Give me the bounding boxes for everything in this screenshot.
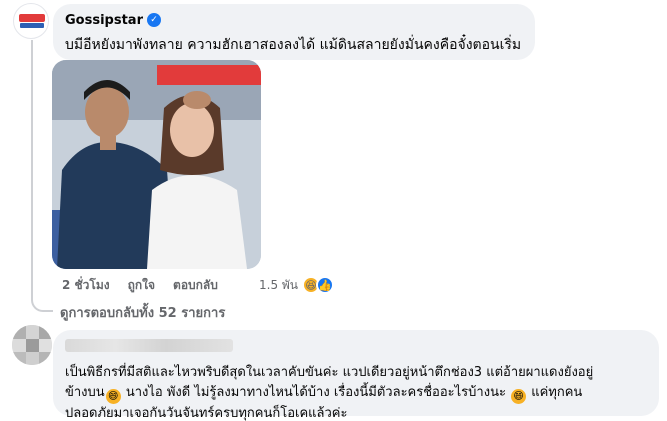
comment-timestamp[interactable]: 2 ชั่วโมง: [62, 276, 110, 295]
thread-connector: [31, 290, 53, 312]
grin-emoji-icon: 😄: [105, 389, 121, 404]
verified-badge-icon: ✓: [146, 13, 161, 27]
reply-text: เป็นพิธีกรที่มีสติและไหวพริบดีสุดในเวลาค…: [65, 363, 647, 421]
gossipstar-avatar[interactable]: [13, 3, 49, 39]
reply-author-name-blurred[interactable]: [65, 339, 233, 352]
reply-line-1: เป็นพิธีกรที่มีสติและไหวพริบดีสุดในเวลาค…: [65, 365, 594, 380]
reaction-summary[interactable]: 1.5 พัน 😆 👍: [259, 276, 335, 294]
reply-button[interactable]: ตอบกลับ: [173, 276, 218, 295]
reply-line-3: ปลอดภัยมาเจอกันวันจันทร์ครบทุกคนก็โอเคแล…: [65, 406, 348, 421]
comment-actions: 2 ชั่วโมง ถูกใจ ตอบกลับ: [62, 277, 236, 293]
like-thumb-icon: 👍: [316, 276, 335, 294]
comment-author[interactable]: Gossipstar: [65, 13, 143, 28]
photo-illustration: [52, 60, 261, 269]
logo-bottom: [20, 23, 44, 28]
reaction-count: 1.5 พัน: [259, 277, 299, 292]
comment-bubble: Gossipstar ✓ บมีอีหยังมาพังทลาย ความฮักเ…: [53, 4, 535, 60]
reply-line-2b: นางไอ พังดี ไม่รู้ลงมาทางไหนได้บ้าง เรื่…: [121, 385, 511, 400]
thread-line: [31, 40, 33, 298]
comment-text: บมีอีหยังมาพังทลาย ความฮักเฮาสองลงได้ แม…: [65, 37, 522, 53]
reply-author-avatar[interactable]: [12, 325, 52, 365]
like-button[interactable]: ถูกใจ: [128, 276, 155, 295]
logo-top: [19, 14, 45, 22]
reply-bubble: เป็นพิธีกรที่มีสติและไหวพริบดีสุดในเวลาค…: [53, 330, 659, 421]
reply-line-2a: ข้างบน: [65, 385, 105, 400]
reply-line-2c: แค่ทุกคน: [527, 385, 583, 400]
comment-photo[interactable]: [52, 60, 261, 269]
view-all-replies-link[interactable]: ดูการตอบกลับทั้ง 52 รายการ: [60, 302, 225, 323]
grin-emoji-icon: 😄: [511, 389, 527, 404]
